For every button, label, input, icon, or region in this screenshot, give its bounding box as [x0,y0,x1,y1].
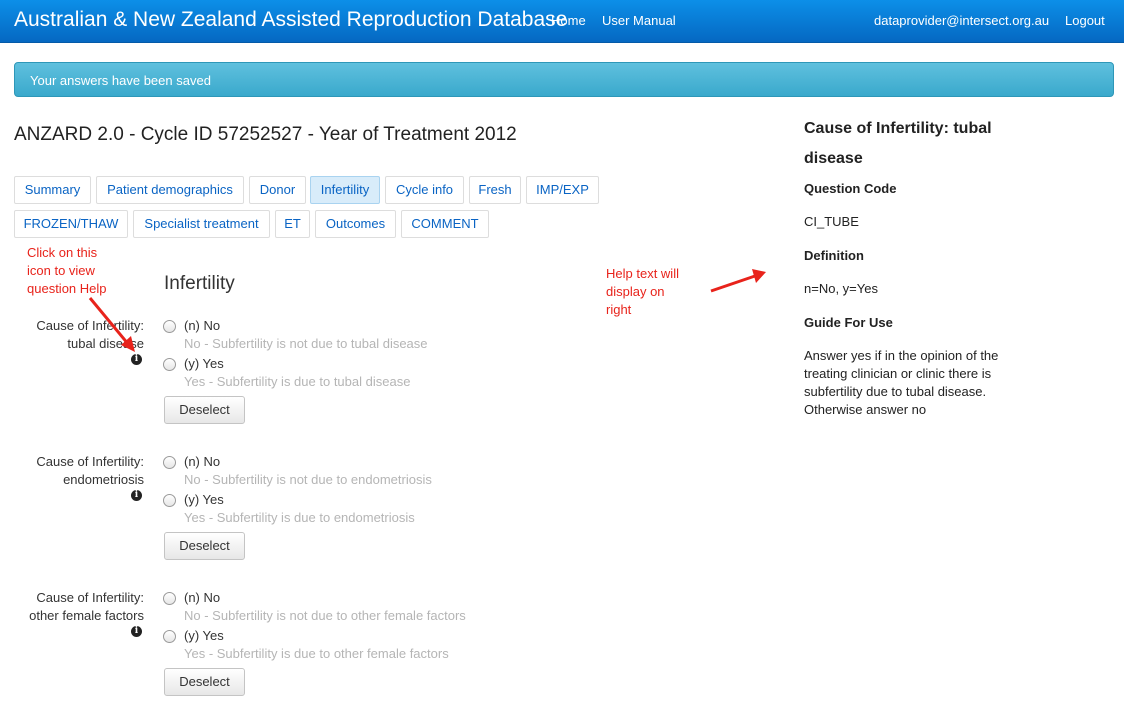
help-title: Cause of Infertility: tubal disease [804,120,992,167]
arrow-to-help-panel [710,269,766,293]
help-definition-value: n=No, y=Yes [804,281,878,296]
help-guide-label: Guide For Use [804,315,893,330]
help-definition-label: Definition [804,248,864,263]
help-code-value: CI_TUBE [804,214,859,229]
arrow-to-info-icon [88,297,135,352]
help-guide-text: Answer yes if in the opinion of the trea… [804,348,999,417]
help-code-label: Question Code [804,181,897,196]
